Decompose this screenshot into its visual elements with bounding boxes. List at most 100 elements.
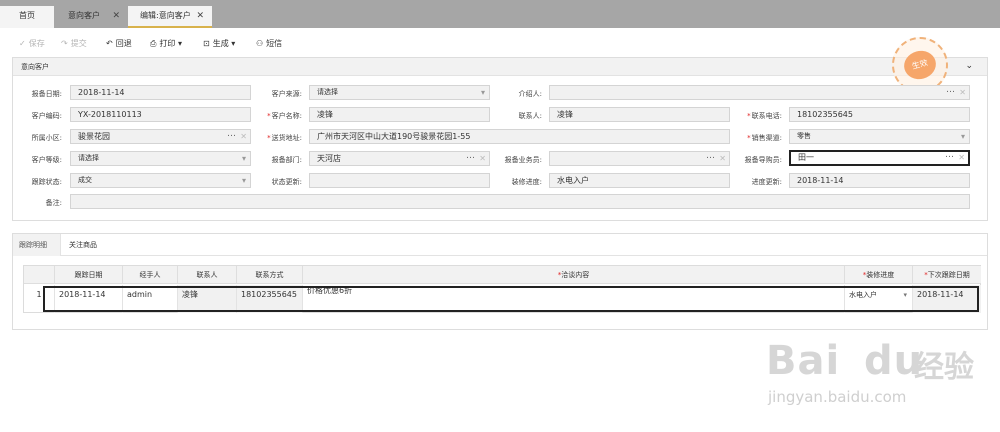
dept-field[interactable]: 天河店 … ✕	[309, 151, 490, 166]
status-update-label: 状态更新:	[271, 178, 302, 186]
clear-icon[interactable]: ✕	[959, 86, 966, 99]
users-icon: ⚇	[256, 39, 264, 48]
channel-label-text: 销售渠道:	[751, 134, 782, 142]
contact-field[interactable]: 凌锋	[549, 107, 730, 122]
col-header-content-text: 洽谈内容	[561, 271, 590, 279]
tab-home[interactable]: 首页	[0, 6, 54, 28]
source-select[interactable]: 请选择 ▾	[309, 85, 490, 100]
salesman-field[interactable]: … ✕	[549, 151, 730, 166]
tab-home-label: 首页	[19, 11, 35, 20]
dept-value: 天河店	[317, 154, 341, 163]
contact-label: 联系人:	[518, 112, 542, 120]
required-mark: *	[747, 134, 751, 142]
back-button[interactable]: ↶ 回退	[106, 38, 132, 49]
sms-label: 短信	[266, 39, 283, 48]
row-number-header	[24, 266, 55, 284]
address-value: 广州市天河区中山大道190号骏景花园1-55	[317, 132, 471, 141]
code-field[interactable]: YX-2018110113	[70, 107, 251, 122]
track-value: 成交	[78, 176, 92, 184]
tab-bar: 首页 意向客户 ✕ 编辑:意向客户 ✕	[0, 0, 1000, 28]
progress-update-field[interactable]: 2018-11-14	[789, 173, 970, 188]
level-label: 客户等级:	[31, 156, 62, 164]
referrer-field[interactable]: … ✕	[549, 85, 970, 100]
guide-value: 田一	[798, 153, 814, 162]
row-highlight-box	[43, 286, 979, 312]
detail-panel: 跟踪明细 关注商品 跟踪日期 经手人 联系人 联系方式 *洽谈内容 *装修进度 …	[12, 233, 988, 330]
tab-intent-customer-label: 意向客户	[68, 11, 100, 20]
baidu-watermark: Bai du 经验 jingyan.baidu.com	[766, 338, 996, 414]
panel-header: 意向客户 ⌄	[13, 58, 987, 76]
source-label: 客户来源:	[271, 90, 302, 98]
address-label-text: 送货地址:	[271, 134, 302, 142]
close-icon[interactable]: ✕	[112, 6, 120, 26]
more-icon[interactable]: …	[706, 152, 715, 163]
more-icon[interactable]: …	[227, 130, 236, 141]
tab-tracking-detail[interactable]: 跟踪明细	[13, 234, 61, 256]
remark-field[interactable]	[70, 194, 970, 209]
sms-button[interactable]: ⚇ 短信	[256, 38, 282, 49]
guide-field[interactable]: 田一 … ✕	[789, 150, 970, 166]
address-field[interactable]: 广州市天河区中山大道190号骏景花园1-55	[309, 129, 730, 144]
clear-icon[interactable]: ✕	[479, 152, 486, 165]
chevron-down-icon[interactable]: ⌄	[965, 61, 973, 71]
watermark-url: jingyan.baidu.com	[768, 388, 907, 406]
deco-field[interactable]: 水电入户	[549, 173, 730, 188]
save-button[interactable]: ✓ 保存	[19, 38, 45, 49]
redo-icon: ↷	[61, 39, 68, 48]
channel-label: *销售渠道:	[734, 133, 782, 143]
watermark-brand: Bai	[766, 338, 841, 384]
col-header-next-date: *下次跟踪日期	[913, 266, 981, 284]
tab-intent-customer[interactable]: 意向客户 ✕	[56, 6, 128, 28]
close-icon[interactable]: ✕	[196, 6, 204, 26]
guide-label: 报备导购员:	[744, 156, 782, 164]
col-header-next-date-text: 下次跟踪日期	[927, 271, 970, 279]
community-field[interactable]: 骏景花园 … ✕	[70, 129, 251, 144]
tab-edit-label: 编辑:意向客户	[140, 11, 191, 20]
caret-down-icon: ▾	[241, 176, 246, 185]
generate-label: 生成	[212, 39, 229, 48]
channel-value: 零售	[797, 132, 811, 140]
clear-icon[interactable]: ✕	[719, 152, 726, 165]
required-mark: *	[267, 134, 271, 142]
print-button[interactable]: ⎙ 打印 ▾	[150, 38, 182, 49]
col-header-date: 跟踪日期	[55, 266, 123, 284]
col-header-contact: 联系人	[178, 266, 237, 284]
check-icon: ✓	[19, 39, 26, 48]
undo-icon: ↶	[106, 39, 113, 48]
printer-icon: ⎙	[150, 39, 157, 48]
report-date-field[interactable]: 2018-11-14	[70, 85, 251, 100]
generate-button[interactable]: ⊡ 生成 ▾	[203, 38, 235, 49]
tab-edit-intent-customer[interactable]: 编辑:意向客户 ✕	[128, 6, 212, 28]
community-label: 所属小区:	[31, 134, 62, 142]
col-header-content: *洽谈内容	[303, 266, 845, 284]
source-value: 请选择	[317, 88, 338, 96]
more-icon[interactable]: …	[466, 152, 475, 163]
caret-down-icon: ▾	[231, 39, 236, 48]
caret-down-icon: ▾	[241, 154, 246, 163]
submit-button[interactable]: ↷ 提交	[61, 38, 87, 49]
channel-select[interactable]: 零售 ▾	[789, 129, 970, 144]
level-select[interactable]: 请选择 ▾	[70, 151, 251, 166]
phone-label-text: 联系电话:	[751, 112, 782, 120]
save-label: 保存	[28, 39, 45, 48]
col-header-deco-text: 装修进度	[866, 271, 895, 279]
clear-icon[interactable]: ✕	[958, 152, 965, 163]
salesman-label: 报备业务员:	[504, 156, 542, 164]
contact-value: 凌锋	[557, 110, 573, 119]
name-field[interactable]: 凌锋	[309, 107, 490, 122]
more-icon[interactable]: …	[946, 86, 955, 97]
phone-field[interactable]: 18102355645	[789, 107, 970, 122]
detail-tabs: 跟踪明细 关注商品	[13, 234, 987, 256]
submit-label: 提交	[70, 39, 87, 48]
name-label: *客户名称:	[258, 111, 302, 121]
col-header-phone: 联系方式	[237, 266, 303, 284]
track-select[interactable]: 成交 ▾	[70, 173, 251, 188]
export-icon: ⊡	[203, 39, 210, 48]
track-label: 跟踪状态:	[31, 178, 62, 186]
clear-icon[interactable]: ✕	[240, 130, 247, 143]
tab-followed-products[interactable]: 关注商品	[63, 234, 103, 256]
back-label: 回退	[115, 39, 132, 48]
status-update-field[interactable]	[309, 173, 490, 188]
more-icon[interactable]: …	[945, 152, 954, 161]
name-value: 凌锋	[317, 110, 333, 119]
